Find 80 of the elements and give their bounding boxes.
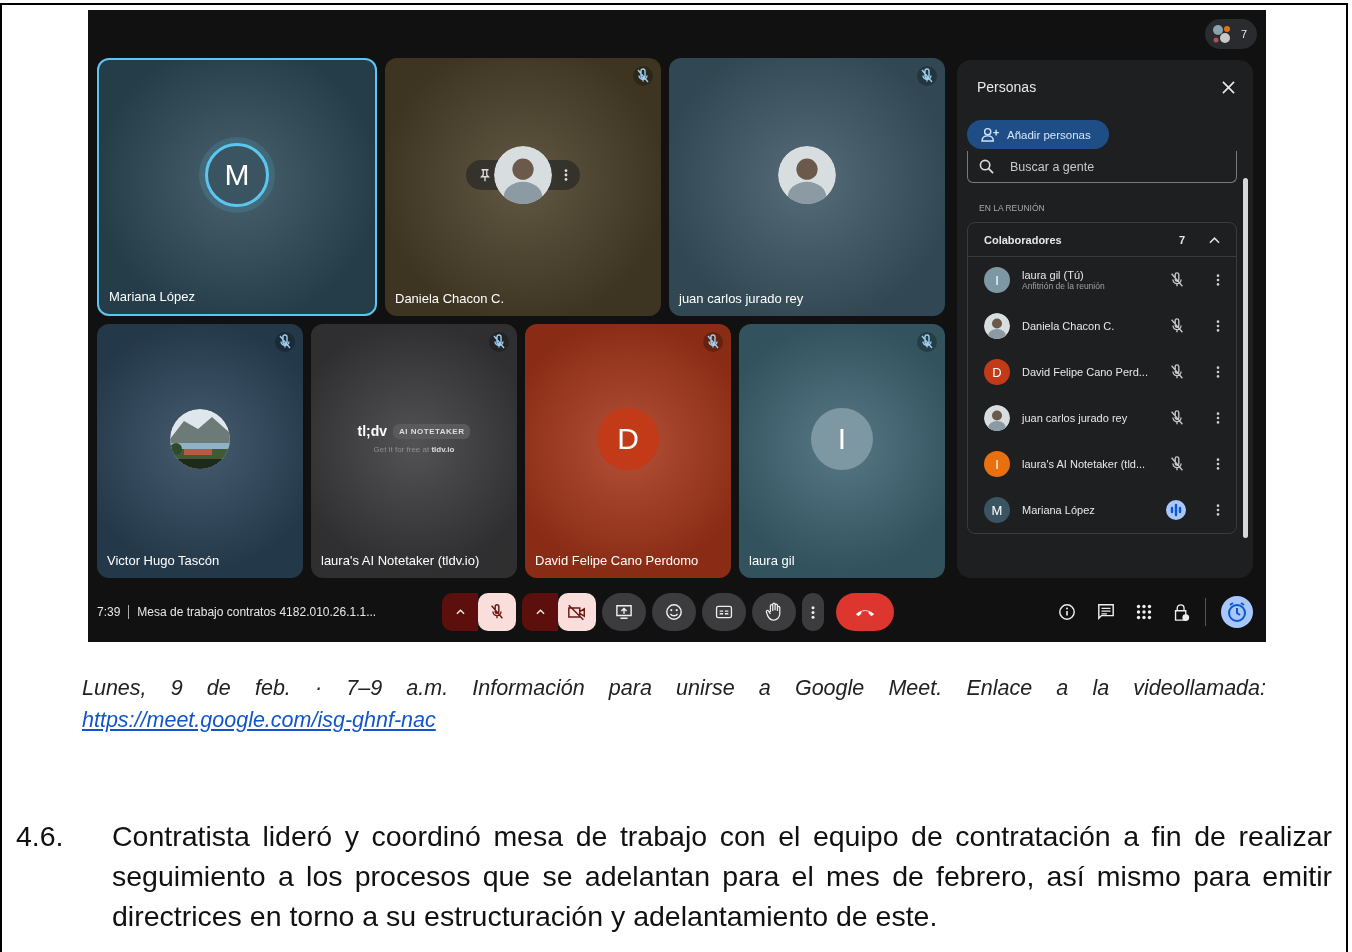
lock-person-icon[interactable]: [1173, 602, 1190, 622]
info-icon[interactable]: [1058, 603, 1076, 621]
person-name: David Felipe Cano Perd...: [1022, 366, 1149, 378]
smiley-icon: [665, 603, 683, 621]
logo-badge: AI NOTETAKER: [393, 423, 471, 439]
add-person-icon: [981, 127, 1000, 142]
present-button[interactable]: [602, 593, 646, 631]
person-avatar-icon: [494, 145, 552, 204]
chevron-icon: [1209, 235, 1220, 244]
avatar: I: [984, 451, 1010, 477]
participant-name: Daniela Chacon C.: [394, 291, 506, 308]
raise-hand-button[interactable]: [752, 593, 796, 631]
captions-button[interactable]: [702, 593, 746, 631]
chat-icon[interactable]: [1097, 603, 1115, 621]
avatar: M: [205, 142, 269, 207]
meeting-time: 7:39: [97, 605, 121, 619]
camera-off-icon: [567, 603, 587, 621]
mic-off-icon[interactable]: [1168, 409, 1186, 427]
more-options-icon: [811, 604, 815, 620]
avatar: M: [984, 497, 1010, 523]
meeting-title: Mesa de trabajo contratos 4182.010.26.1.1...: [137, 605, 377, 619]
add-people-button[interactable]: Añadir personas: [967, 120, 1109, 149]
person-name: laura gil (Tú): [1022, 269, 1084, 281]
group-header[interactable]: Colaboradores 7: [968, 223, 1236, 257]
more-options-icon[interactable]: [1216, 503, 1220, 517]
camera-button[interactable]: [558, 593, 596, 631]
timer-icon[interactable]: [1221, 596, 1253, 628]
mic-off-icon[interactable]: [1168, 363, 1186, 381]
person-name: juan carlos jurado rey: [1022, 412, 1129, 424]
avatars-icon: [1210, 23, 1233, 45]
avatar: D: [597, 407, 659, 470]
search-field[interactable]: Buscar a gente: [967, 151, 1237, 183]
close-icon[interactable]: [1222, 80, 1235, 94]
participant-name: David Felipe Cano Perdomo: [534, 553, 700, 570]
participant-name: laura gil: [748, 553, 796, 570]
mic-off-icon[interactable]: [1168, 271, 1186, 289]
person-role: Anfitrión de la reunión: [1022, 281, 1106, 291]
avatar: I: [984, 267, 1010, 293]
pin-icon[interactable]: [478, 167, 492, 182]
search-icon: [979, 159, 994, 174]
mic-off-icon[interactable]: [1168, 317, 1186, 335]
scrollbar[interactable]: [1243, 178, 1248, 538]
reactions-button[interactable]: [652, 593, 696, 631]
panel-title: Personas: [977, 79, 1037, 95]
person-name: laura's AI Notetaker (tld...: [1022, 458, 1147, 470]
microphone-button[interactable]: [478, 593, 516, 631]
person-avatar-icon: [778, 145, 836, 204]
caption-text: Lunes, 9 de feb. · 7–9 a.m. Información para unirse a Google Meet. Enlace a la videollamada: https://meet.google.com/isg-ghnf-nac: [82, 675, 1266, 734]
more-options-icon[interactable]: [1216, 273, 1220, 287]
apps-grid-icon[interactable]: [1136, 604, 1152, 620]
more-options-icon[interactable]: [1216, 457, 1220, 471]
section-label: EN LA REUNIÓN: [979, 203, 1046, 213]
person-name: Daniela Chacon C.: [1022, 320, 1116, 332]
item-number: 4.6.: [16, 819, 65, 854]
avatar: D: [984, 359, 1010, 385]
participant-name: Victor Hugo Tascón: [106, 553, 221, 570]
logo-name: tl;dv: [357, 423, 388, 439]
person-avatar-icon: [984, 405, 1010, 431]
participant-name: Mariana López: [108, 289, 196, 306]
caret-icon: [535, 609, 545, 615]
leave-call-button[interactable]: [836, 593, 894, 631]
participants-button[interactable]: 7: [1204, 19, 1257, 49]
hand-icon: [765, 602, 783, 622]
present-screen-icon: [615, 604, 633, 620]
mic-off-icon: [488, 603, 506, 621]
caret-icon: [455, 609, 465, 615]
more-options-button[interactable]: [802, 593, 824, 631]
more-options-icon[interactable]: [1216, 365, 1220, 379]
participant-name: juan carlos jurado rey: [677, 291, 805, 308]
person-avatar-icon: [984, 313, 1010, 339]
item-text: Contratista lideró y coordinó mesa de trabajo con el equipo de contratación a fin de realizar seguimiento a los procesos que se adelantan para el mes de febrero, así mismo para emitir directrices en torno a su estructuración y adelantamiento de este.: [112, 819, 1332, 934]
avatar: I: [811, 407, 873, 470]
mic-off-icon[interactable]: [1168, 455, 1186, 473]
more-options-icon[interactable]: [1216, 319, 1220, 333]
captions-icon: [715, 605, 733, 619]
more-options-icon[interactable]: [1216, 411, 1220, 425]
person-name: Mariana López: [1022, 504, 1096, 516]
more-options-icon[interactable]: [564, 167, 568, 182]
participant-name: laura's AI Notetaker (tldv.io): [320, 553, 481, 570]
meeting-link[interactable]: https://meet.google.com/isg-ghnf-nac: [82, 708, 436, 732]
